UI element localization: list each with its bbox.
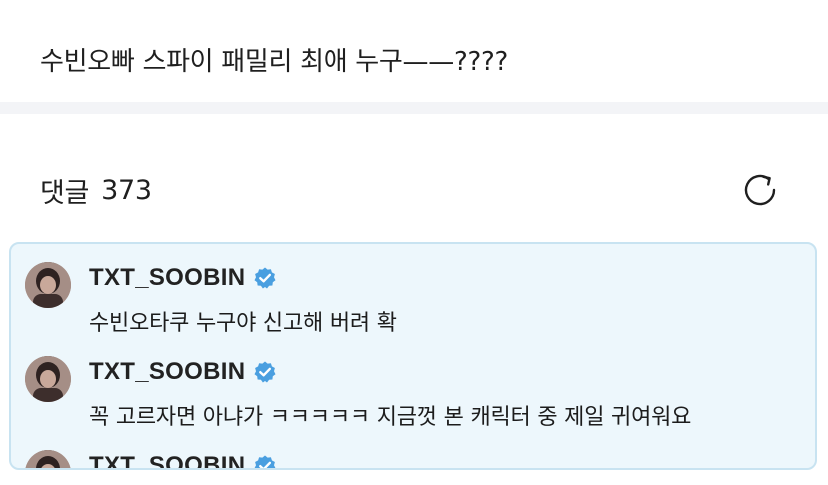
author-name: TXT_SOOBIN <box>89 452 246 470</box>
comment-text: 꼭 고르자면 아냐가 ㅋㅋㅋㅋㅋ 지금껏 본 캐릭터 중 제일 귀여워요 <box>89 405 692 430</box>
comment-text: 수빈오타쿠 누구야 신고해 버려 확 <box>89 311 397 336</box>
avatar[interactable] <box>25 262 71 308</box>
post-question: 수빈오빠 스파이 패밀리 최애 누구——???? <box>40 47 508 77</box>
refresh-icon <box>740 170 780 214</box>
highlighted-comments-card: TXT_SOOBIN 수빈오타쿠 누구야 신고해 버려 확 TXT_SOOBIN <box>9 242 817 470</box>
comments-header: 댓글 373 <box>40 170 152 210</box>
avatar[interactable] <box>25 450 71 468</box>
comment-author[interactable]: TXT_SOOBIN <box>89 262 277 294</box>
comments-label: 댓글 <box>40 177 90 209</box>
verified-badge-icon <box>253 360 277 384</box>
refresh-button[interactable] <box>740 172 780 212</box>
section-divider <box>0 102 828 114</box>
verified-badge-icon <box>253 454 277 468</box>
comment-author[interactable]: TXT_SOOBIN <box>89 356 277 388</box>
comments-count: 373 <box>101 174 152 206</box>
author-name: TXT_SOOBIN <box>89 264 246 291</box>
author-name: TXT_SOOBIN <box>89 358 246 385</box>
comment-author[interactable]: TXT_SOOBIN <box>89 450 277 470</box>
avatar[interactable] <box>25 356 71 402</box>
verified-badge-icon <box>253 266 277 290</box>
